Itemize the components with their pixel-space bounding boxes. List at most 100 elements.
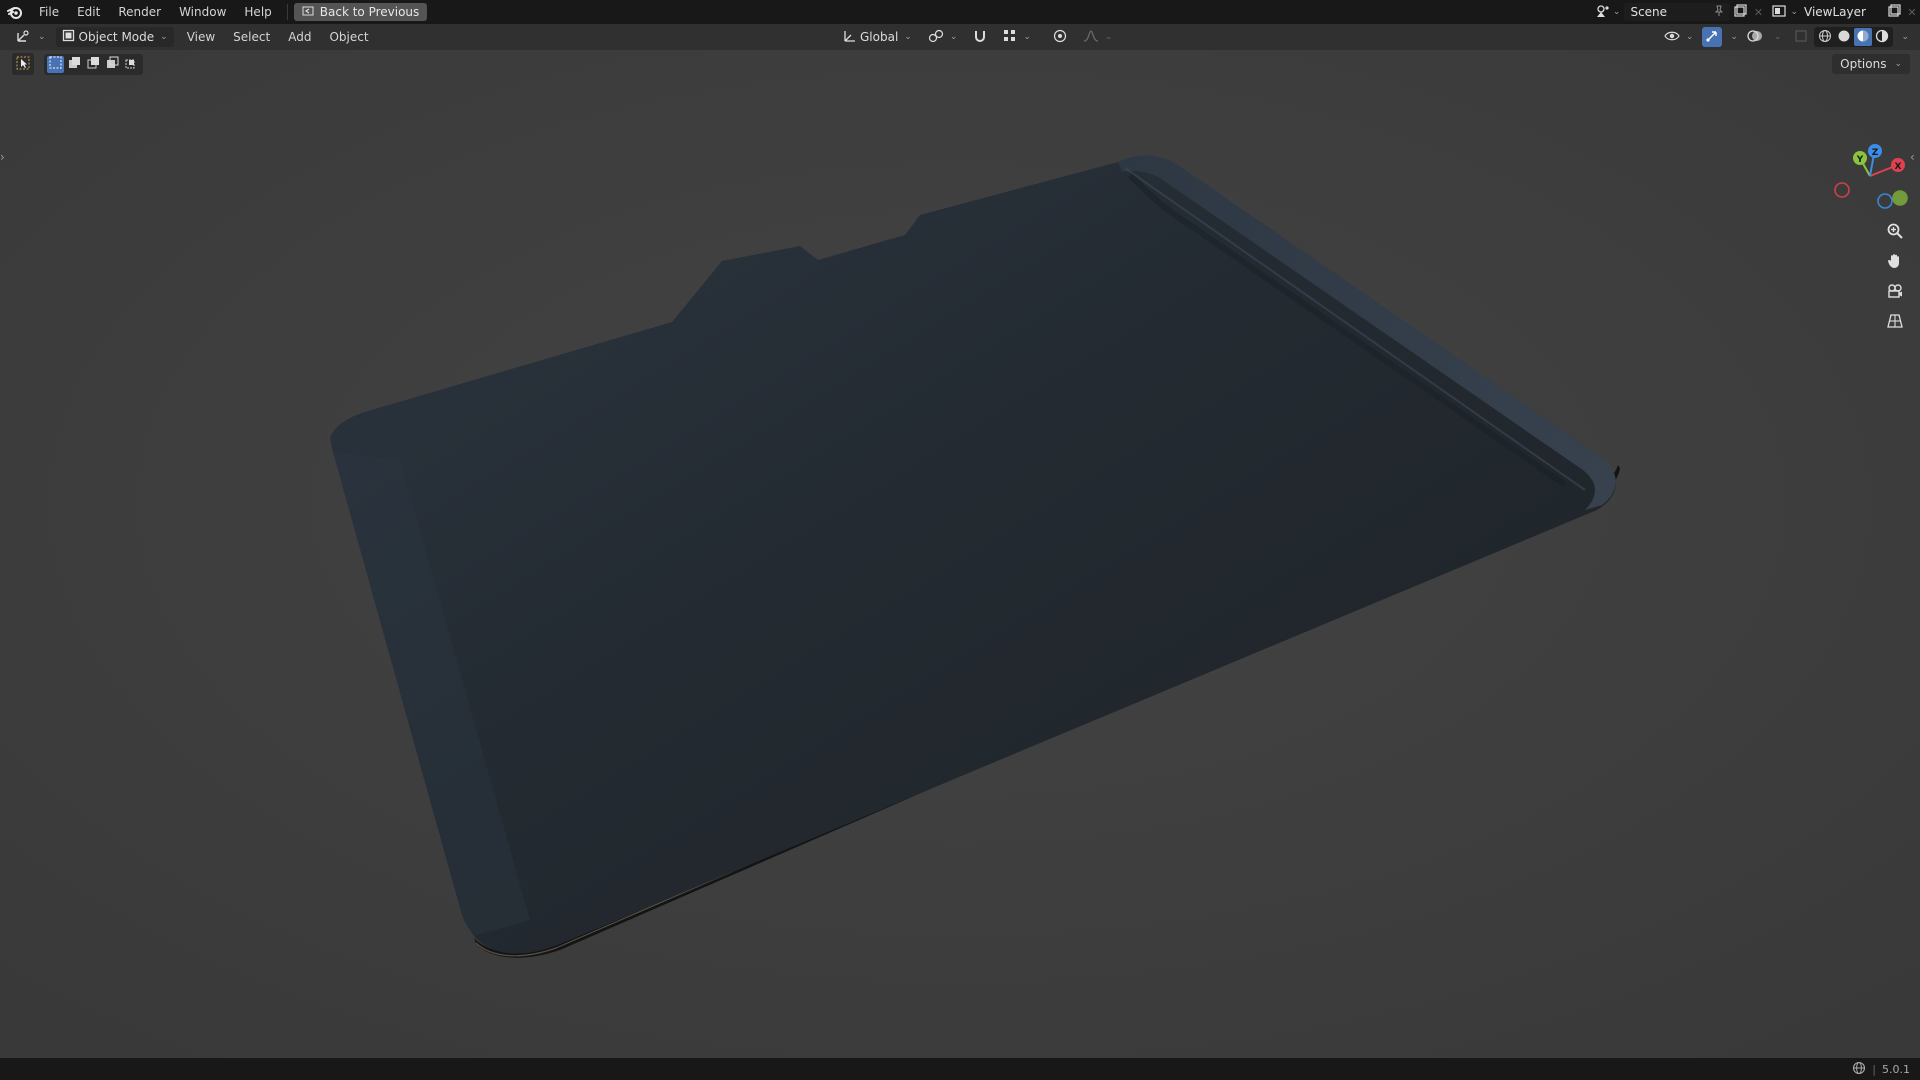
xray-toggle[interactable] <box>1791 27 1811 47</box>
select-subtract-icon <box>87 56 100 72</box>
object-mode-dropdown[interactable]: Object Mode ⌄ <box>55 27 174 47</box>
pan-button[interactable] <box>1882 250 1908 274</box>
visibility-dropdown[interactable]: ⌄ <box>1658 27 1700 47</box>
scene-name-field[interactable]: Scene <box>1624 3 1731 21</box>
overlays-dropdown[interactable]: ⌄ <box>1769 27 1785 47</box>
viewport-scene <box>0 50 1920 1058</box>
menu-view[interactable]: View <box>178 25 224 49</box>
duplicate-icon <box>1733 3 1748 21</box>
back-arrow-icon <box>302 5 314 19</box>
snap-toggle[interactable] <box>967 27 993 47</box>
chevron-down-icon: ⌄ <box>949 32 958 42</box>
viewlayer-browse-button[interactable]: ⌄ <box>1772 3 1798 21</box>
navigation-gizmo[interactable]: X Y Z <box>1825 138 1915 218</box>
xray-icon <box>1794 29 1808 46</box>
editor-type-button[interactable]: ⌄ <box>10 27 52 47</box>
chevron-down-icon: ⌄ <box>1023 32 1031 42</box>
pivot-point-dropdown[interactable]: ⌄ <box>922 27 964 47</box>
perspective-toggle-button[interactable] <box>1882 310 1908 334</box>
camera-icon <box>1886 282 1904 303</box>
gizmo-neg-z[interactable] <box>1877 193 1893 209</box>
status-divider: | <box>1872 1062 1876 1076</box>
falloff-dropdown[interactable]: ⌄ <box>1077 27 1119 47</box>
pivot-icon <box>928 29 944 46</box>
shading-options-dropdown[interactable]: ⌄ <box>1896 27 1912 47</box>
gizmo-icon <box>1705 29 1719 46</box>
viewlayer-name-field[interactable]: ViewLayer <box>1798 3 1884 21</box>
options-label: Options <box>1840 57 1887 71</box>
select-intersect-button[interactable] <box>123 56 140 73</box>
select-tool-button[interactable] <box>12 53 34 75</box>
material-preview-shading-button[interactable] <box>1854 28 1873 46</box>
back-to-previous-label: Back to Previous <box>319 5 420 19</box>
select-new-button[interactable] <box>47 55 64 73</box>
falloff-curve-icon <box>1083 29 1099 46</box>
pin-icon[interactable] <box>1714 5 1724 20</box>
transform-orientation-dropdown[interactable]: Global ⌄ <box>836 27 918 47</box>
back-to-previous-button[interactable]: Back to Previous <box>293 3 428 21</box>
chevron-down-icon: ⌄ <box>1685 32 1694 42</box>
close-icon: ✕ <box>1753 5 1764 19</box>
menu-window[interactable]: Window <box>170 0 235 24</box>
proportional-edit-icon <box>1053 29 1067 46</box>
chevron-down-icon: ⌄ <box>1730 32 1738 42</box>
cursor-arrow-icon <box>16 56 30 73</box>
menu-help[interactable]: Help <box>235 0 280 24</box>
3d-viewport[interactable]: › ‹ X Y Z <box>0 50 1920 1058</box>
delete-scene-button[interactable]: ✕ <box>1750 3 1766 21</box>
solid-sphere-icon <box>1837 29 1851 46</box>
select-invert-button[interactable] <box>104 56 121 73</box>
zoom-button[interactable] <box>1882 220 1908 244</box>
menu-file[interactable]: File <box>30 0 68 24</box>
chevron-down-icon: ⌄ <box>904 32 912 42</box>
wireframe-shading-button[interactable] <box>1816 28 1834 46</box>
zoom-icon <box>1886 222 1904 243</box>
new-scene-button[interactable] <box>1730 3 1750 21</box>
transform-controls: Global ⌄ ⌄ ⌄ ⌄ <box>836 24 1118 50</box>
new-viewlayer-button[interactable] <box>1884 3 1904 21</box>
tool-settings-row <box>12 53 143 75</box>
delete-viewlayer-button[interactable]: ✕ <box>1904 3 1920 21</box>
orientation-axes-icon <box>842 29 856 46</box>
gizmo-options-dropdown[interactable]: ⌄ <box>1725 27 1741 47</box>
select-extend-button[interactable] <box>66 56 83 73</box>
orientation-label: Global <box>860 30 899 44</box>
gizmo-neg-y[interactable] <box>1892 190 1908 206</box>
snap-target-dropdown[interactable]: ⌄ <box>997 27 1037 47</box>
toolbar-expand-icon[interactable]: › <box>0 150 8 164</box>
select-new-icon <box>49 56 62 72</box>
select-subtract-button[interactable] <box>85 56 102 73</box>
scene-icon <box>1595 4 1611 21</box>
gizmo-y-label: Y <box>1856 155 1864 165</box>
rendered-shading-button[interactable] <box>1873 28 1891 46</box>
globe-icon[interactable] <box>1852 1061 1866 1078</box>
eye-icon <box>1664 30 1680 45</box>
object-mode-icon <box>62 29 75 45</box>
chevron-down-icon: ⌄ <box>1104 32 1113 42</box>
scene-name: Scene <box>1630 5 1668 19</box>
chevron-down-icon: ⌄ <box>160 32 168 42</box>
menu-render[interactable]: Render <box>109 0 170 24</box>
scene-browse-button[interactable]: ⌄ <box>1595 3 1621 21</box>
menu-add[interactable]: Add <box>279 25 320 49</box>
overlays-toggle[interactable] <box>1744 27 1766 47</box>
menu-select[interactable]: Select <box>224 25 279 49</box>
gizmo-z-label: Z <box>1872 148 1879 158</box>
blender-version: 5.0.1 <box>1882 1062 1910 1076</box>
solid-shading-button[interactable] <box>1835 28 1853 46</box>
snap-grid-icon <box>1003 29 1017 46</box>
menu-object[interactable]: Object <box>320 25 377 49</box>
magnet-icon <box>973 29 987 46</box>
menu-edit[interactable]: Edit <box>68 0 109 24</box>
proportional-editing-toggle[interactable] <box>1047 27 1073 47</box>
gizmo-toggle[interactable] <box>1702 27 1723 47</box>
options-dropdown[interactable]: Options ⌄ <box>1832 54 1910 74</box>
chevron-down-icon: ⌄ <box>1894 59 1902 69</box>
chevron-down-icon: ⌄ <box>1612 7 1621 17</box>
select-extend-icon <box>68 56 81 72</box>
gizmo-neg-x[interactable] <box>1834 182 1850 198</box>
blender-logo-icon[interactable] <box>0 0 30 24</box>
camera-view-button[interactable] <box>1882 280 1908 304</box>
topbar-right-group: ⌄ Scene ✕ ⌄ ViewLayer ✕ <box>1595 0 1920 24</box>
select-invert-icon <box>106 56 119 72</box>
